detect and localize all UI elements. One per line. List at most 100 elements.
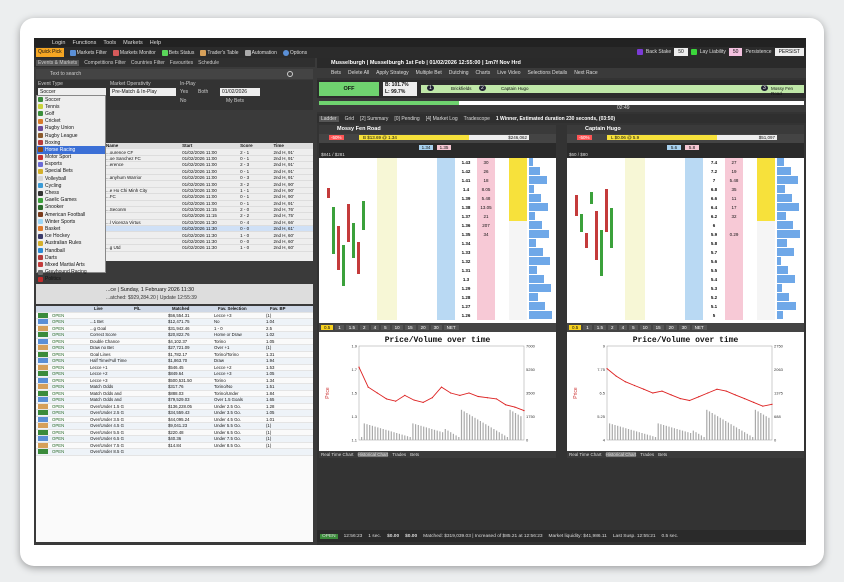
stake-button[interactable]: NET <box>691 325 707 330</box>
ladder-row[interactable]: 5.8 <box>567 239 804 248</box>
ladder-row[interactable]: 5.3 <box>567 284 804 293</box>
ladder-row[interactable]: 6.6 11 <box>567 194 804 203</box>
event-type-option[interactable]: Horse Racing <box>37 146 105 154</box>
inplay-yes[interactable]: Yes <box>180 89 188 95</box>
lay-cell[interactable] <box>477 257 495 266</box>
ladder-row[interactable]: 1.26 <box>319 311 556 320</box>
stake-button[interactable]: 1.5 <box>345 325 359 330</box>
lay-cell[interactable]: 30 <box>477 158 495 167</box>
column-header[interactable]: P/L <box>134 306 172 311</box>
lay-cell[interactable]: 26 <box>477 167 495 176</box>
lay-cell[interactable] <box>725 311 743 320</box>
back-cell[interactable] <box>437 284 455 293</box>
ladder-row[interactable]: 7.4 27 <box>567 158 804 167</box>
back-cell[interactable] <box>685 275 703 284</box>
lay-cell[interactable] <box>725 221 743 230</box>
event-type-option[interactable]: Special Bets <box>37 168 105 175</box>
ladder-row[interactable]: 1.35 34 <box>319 230 556 239</box>
stake-button[interactable]: 4 <box>370 325 380 330</box>
back-cell[interactable] <box>685 203 703 212</box>
back-cell[interactable] <box>685 194 703 203</box>
event-type-option[interactable]: Winter Sports <box>37 218 105 225</box>
column-header[interactable]: Score <box>238 143 271 148</box>
chart-tab[interactable]: Bets <box>658 452 667 457</box>
best-back[interactable]: 5.6 <box>667 145 681 150</box>
dutching-button[interactable]: Dutching <box>449 70 469 76</box>
ladder-row[interactable]: 5.2 <box>567 293 804 302</box>
column-header[interactable]: Live <box>94 306 134 311</box>
event-type-option[interactable]: Chess <box>37 189 105 196</box>
event-type-option[interactable]: Basket <box>37 225 105 232</box>
charts-button[interactable]: Charts <box>476 70 491 76</box>
search-input[interactable]: Text to search <box>50 71 81 77</box>
chart-tab[interactable]: Real Time Chart <box>569 452 602 457</box>
lay-cell[interactable]: 18 <box>477 176 495 185</box>
automation-button[interactable]: Automation <box>244 49 277 56</box>
tab-summary[interactable]: [2] Summary <box>360 116 388 122</box>
ladder-row[interactable]: 1.27 <box>319 302 556 311</box>
event-type-option[interactable]: American Football <box>37 211 105 218</box>
ladder-row[interactable]: 6.8 35 <box>567 185 804 194</box>
event-type-option[interactable]: Darts <box>37 254 105 261</box>
event-type-option[interactable]: Snooker <box>37 204 105 211</box>
lay-cell[interactable] <box>477 275 495 284</box>
event-type-option[interactable]: Golf <box>37 110 105 117</box>
tab-market-log[interactable]: [4] Market Log <box>426 116 458 122</box>
ladder-row[interactable]: 5.1 <box>567 302 804 311</box>
live-video-button[interactable]: Live Video <box>497 70 520 76</box>
event-type-option[interactable]: Mixed Martial Arts <box>37 261 105 268</box>
tab-competitions[interactable]: Competitions Filter <box>84 60 126 66</box>
menu-functions[interactable]: Functions <box>72 40 96 46</box>
column-header[interactable]: Fav. BP <box>270 306 306 311</box>
ladder-row[interactable]: 6.4 17 <box>567 203 804 212</box>
stake-button[interactable]: 30 <box>430 325 442 330</box>
my-bets-checkbox[interactable]: My Bets <box>226 98 244 104</box>
chart-tab[interactable]: Real Time Chart <box>321 452 354 457</box>
best-back[interactable]: 1.34 <box>419 145 433 150</box>
stake-button[interactable]: 1 <box>335 325 344 330</box>
ladder-row[interactable]: 5.7 <box>567 248 804 257</box>
lay-cell[interactable] <box>725 293 743 302</box>
stake-button[interactable]: 0.5 <box>569 325 582 330</box>
date-picker[interactable]: 01/02/2026 <box>220 88 260 96</box>
back-cell[interactable] <box>437 248 455 257</box>
column-header[interactable]: Fav. Selection <box>218 306 270 311</box>
event-type-option[interactable]: Esports <box>37 161 105 168</box>
lay-cell[interactable]: 8.05 <box>477 185 495 194</box>
ladder-row[interactable]: 5.6 <box>567 257 804 266</box>
ladder-row[interactable]: 1.28 <box>319 293 556 302</box>
back-stake-input[interactable]: 50 <box>674 48 688 56</box>
ladder-row[interactable]: 1.4 8.05 <box>319 185 556 194</box>
event-type-option[interactable]: Australian Rules <box>37 240 105 247</box>
stake-button[interactable]: 20 <box>665 325 677 330</box>
back-cell[interactable] <box>685 257 703 266</box>
ladder-row[interactable]: 5.9 0.29 <box>567 230 804 239</box>
stake-button[interactable]: 5 <box>629 325 638 330</box>
lay-cell[interactable] <box>725 248 743 257</box>
stake-button[interactable]: 10 <box>391 325 403 330</box>
tab-grid[interactable]: Grid <box>345 116 354 122</box>
ladder-row[interactable]: 1.41 18 <box>319 176 556 185</box>
back-cell[interactable] <box>437 221 455 230</box>
event-type-option[interactable]: Ice Hockey <box>37 233 105 240</box>
ladder-row[interactable]: 6.2 32 <box>567 212 804 221</box>
inplay-both[interactable]: Both <box>198 89 208 95</box>
ladder-row[interactable]: 1.36 207 <box>319 221 556 230</box>
selections-details-button[interactable]: Selections Details <box>528 70 568 76</box>
markets-filter-button[interactable]: Markets Filter <box>69 49 107 56</box>
lay-cell[interactable] <box>725 302 743 311</box>
tab-favourites[interactable]: Favourites <box>170 60 193 66</box>
back-cell[interactable] <box>685 158 703 167</box>
event-type-option[interactable]: Gaelic Games <box>37 197 105 204</box>
ladder-row[interactable]: 1.29 <box>319 284 556 293</box>
lay-cell[interactable]: 11 <box>725 194 743 203</box>
persistence-select[interactable]: PERSIST <box>774 48 804 56</box>
column-header[interactable]: Matched <box>172 306 218 311</box>
back-cell[interactable] <box>437 239 455 248</box>
ladder-row[interactable]: 1.38 13.05 <box>319 203 556 212</box>
event-type-option[interactable]: Cricket <box>37 118 105 125</box>
stake-button[interactable]: 15 <box>404 325 416 330</box>
stake-button[interactable]: 0.5 <box>321 325 334 330</box>
chart-tab[interactable]: Trades <box>392 452 406 457</box>
tab-events-markets[interactable]: Events & Markets <box>36 59 80 66</box>
